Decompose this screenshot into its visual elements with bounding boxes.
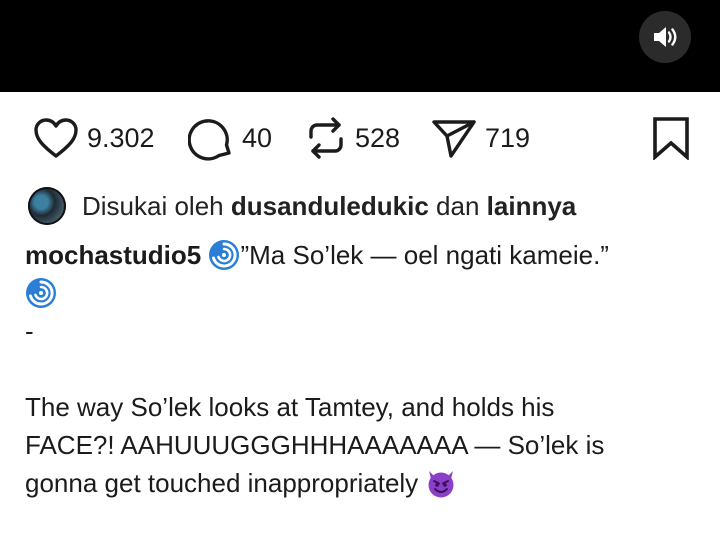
speaker-icon xyxy=(654,27,677,47)
caption-quote: ”Ma So’lek — oel ngati kameie.” xyxy=(240,240,609,270)
share-button[interactable]: 719 xyxy=(431,112,530,164)
caption-separator: - xyxy=(25,316,34,346)
share-count: 719 xyxy=(485,122,531,153)
repost-count: 528 xyxy=(355,122,401,153)
caption-line-2: FACE?! AAHUUUGGGHHHAAAAAAA — So’lek is xyxy=(25,430,605,460)
liked-by-connector: dan xyxy=(436,190,480,221)
avatar[interactable] xyxy=(28,187,66,225)
like-button[interactable]: 9.302 xyxy=(33,112,155,164)
comment-button[interactable]: 40 xyxy=(188,112,272,164)
repost-button[interactable]: 528 xyxy=(305,112,400,164)
send-icon xyxy=(432,120,476,158)
heart-icon xyxy=(34,118,78,158)
caption-line-3: gonna get touched inappropriately xyxy=(25,468,419,498)
comment-icon xyxy=(188,119,231,161)
caption-username[interactable]: mochastudio5 xyxy=(25,240,201,270)
video-area[interactable] xyxy=(0,0,720,92)
sound-toggle-button[interactable] xyxy=(639,11,691,63)
comment-count: 40 xyxy=(242,122,273,153)
smiling-devil-icon xyxy=(428,471,454,498)
liked-by-prefix: Disukai oleh xyxy=(82,190,224,221)
liked-by-others[interactable]: lainnya xyxy=(487,191,577,222)
liked-by-row[interactable]: Disukai oleh dusanduledukic dan lainnya xyxy=(28,186,576,226)
repost-icon xyxy=(309,117,343,159)
cyclone-emoji-icon xyxy=(26,278,56,308)
post-caption: mochastudio5 ”Ma So’lek — oel ngati kame… xyxy=(25,236,705,502)
like-count: 9.302 xyxy=(87,122,155,153)
caption-line-1: The way So’lek looks at Tamtey, and hold… xyxy=(25,392,555,422)
bookmark-icon xyxy=(653,117,689,160)
save-button[interactable] xyxy=(652,112,690,164)
cyclone-emoji-icon xyxy=(209,240,240,270)
liked-by-user[interactable]: dusanduledukic xyxy=(231,191,429,222)
action-bar: 9.302 40 528 719 xyxy=(0,112,720,164)
